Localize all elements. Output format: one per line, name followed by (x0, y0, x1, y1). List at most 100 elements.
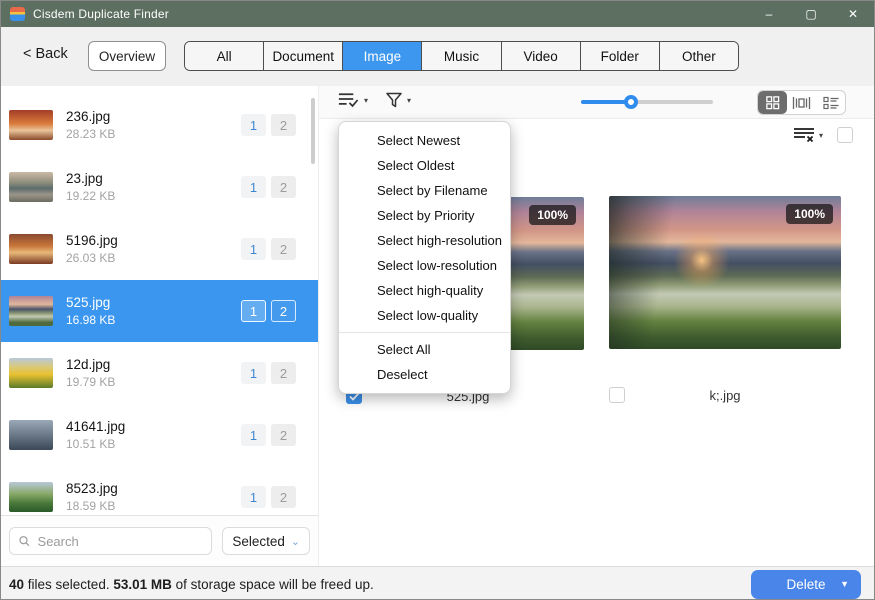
search-box (9, 527, 212, 555)
file-name: 236.jpg (66, 109, 241, 124)
menu-item-select-high-quality[interactable]: Select high-quality (339, 278, 510, 303)
main-panel: ▾ ▾ (319, 86, 875, 566)
card-file-name: k;.jpg (609, 387, 841, 404)
close-button[interactable]: ✕ (832, 1, 874, 27)
back-button[interactable]: < Back (23, 46, 68, 62)
group-copy-1-button[interactable]: 1 (241, 486, 266, 508)
image-preview[interactable]: 100% (609, 196, 841, 349)
tab-music[interactable]: Music (421, 42, 500, 70)
tab-document[interactable]: Document (263, 42, 342, 70)
chevron-down-icon: ⌄ (291, 535, 300, 548)
group-select-all-checkbox[interactable] (837, 127, 853, 143)
list-item[interactable]: 8523.jpg 18.59 KB 1 2 (1, 466, 318, 515)
selected-count: 40 (9, 577, 24, 592)
group-copy-2-button[interactable]: 2 (271, 238, 296, 260)
menu-item-select-high-resolution[interactable]: Select high-resolution (339, 228, 510, 253)
file-size: 16.98 KB (66, 313, 241, 327)
file-checkbox[interactable] (609, 387, 625, 403)
slider-knob[interactable] (624, 95, 638, 109)
group-copy-1-button[interactable]: 1 (241, 362, 266, 384)
search-input[interactable] (38, 534, 204, 549)
file-name: 41641.jpg (66, 419, 241, 434)
group-deselect-button[interactable]: ▾ (793, 127, 823, 143)
back-label: Back (36, 46, 68, 62)
group-copy-1-button[interactable]: 1 (241, 424, 266, 446)
group-copy-2-button[interactable]: 2 (271, 362, 296, 384)
maximize-button[interactable]: ▢ (790, 1, 832, 27)
file-thumbnail (9, 358, 53, 388)
file-thumbnail (9, 420, 53, 450)
delete-dropdown-arrow-icon[interactable]: ▼ (840, 579, 849, 589)
tab-image[interactable]: Image (342, 42, 421, 70)
menu-separator (339, 332, 510, 333)
deselect-list-icon (793, 127, 815, 143)
list-item[interactable]: 41641.jpg 10.51 KB 1 2 (1, 404, 318, 466)
list-view-button[interactable] (816, 91, 845, 114)
grid-view-button[interactable] (758, 91, 787, 114)
compare-view-button[interactable] (787, 91, 816, 114)
menu-item-select-low-quality[interactable]: Select low-quality (339, 303, 510, 328)
chevron-left-icon: < (23, 46, 31, 62)
tab-other[interactable]: Other (659, 42, 738, 70)
thumbnail-zoom-slider[interactable] (581, 100, 713, 104)
dropdown-arrow-icon: ▾ (364, 96, 368, 105)
similarity-badge: 100% (529, 205, 576, 225)
menu-item-select-by-filename[interactable]: Select by Filename (339, 178, 510, 203)
sidebar-scrollbar[interactable] (311, 98, 315, 164)
file-size: 10.51 KB (66, 437, 241, 451)
file-thumbnail (9, 296, 53, 326)
list-item[interactable]: 23.jpg 19.22 KB 1 2 (1, 156, 318, 218)
tab-folder[interactable]: Folder (580, 42, 659, 70)
group-copy-2-button[interactable]: 2 (271, 300, 296, 322)
group-copy-1-button[interactable]: 1 (241, 176, 266, 198)
filter-button[interactable]: ▾ (385, 91, 411, 109)
list-item-selected[interactable]: 525.jpg 16.98 KB 1 2 (1, 280, 318, 342)
grid-view-icon (765, 95, 780, 110)
status-text: 40 files selected. 53.01 MB of storage s… (9, 577, 374, 592)
group-copy-2-button[interactable]: 2 (271, 114, 296, 136)
selected-filter-dropdown[interactable]: Selected ⌄ (222, 527, 310, 555)
group-copy-2-button[interactable]: 2 (271, 424, 296, 446)
group-copy-1-button[interactable]: 1 (241, 114, 266, 136)
group-copy-2-button[interactable]: 2 (271, 486, 296, 508)
duplicate-file-list: 236.jpg 28.23 KB 1 2 23.jpg 19.22 KB 1 2 (1, 86, 318, 515)
file-thumbnail (9, 482, 53, 512)
menu-item-select-low-resolution[interactable]: Select low-resolution (339, 253, 510, 278)
app-logo-icon (10, 7, 25, 21)
select-list-icon (337, 91, 360, 109)
file-size: 19.22 KB (66, 189, 241, 203)
filter-funnel-icon (385, 91, 403, 109)
search-icon (18, 534, 31, 548)
auto-select-button[interactable]: ▾ (337, 91, 368, 109)
status-text-part1: files selected. (24, 577, 113, 592)
delete-label: Delete (786, 577, 825, 592)
dropdown-arrow-icon: ▾ (819, 131, 823, 140)
tab-video[interactable]: Video (501, 42, 580, 70)
list-item[interactable]: 236.jpg 28.23 KB 1 2 (1, 94, 318, 156)
overview-button[interactable]: Overview (88, 41, 166, 71)
delete-button[interactable]: Delete ▼ (751, 570, 861, 599)
tab-all[interactable]: All (185, 42, 263, 70)
list-item[interactable]: 12d.jpg 19.79 KB 1 2 (1, 342, 318, 404)
menu-item-select-newest[interactable]: Select Newest (339, 128, 510, 153)
group-copy-2-button[interactable]: 2 (271, 176, 296, 198)
group-copy-1-button[interactable]: 1 (241, 300, 266, 322)
minimize-button[interactable]: – (748, 1, 790, 27)
menu-item-deselect[interactable]: Deselect (339, 362, 510, 387)
list-item[interactable]: 5196.jpg 26.03 KB 1 2 (1, 218, 318, 280)
similarity-badge: 100% (786, 204, 833, 224)
menu-item-select-by-priority[interactable]: Select by Priority (339, 203, 510, 228)
file-name: 5196.jpg (66, 233, 241, 248)
file-size: 28.23 KB (66, 127, 241, 141)
view-mode-switcher (757, 90, 846, 115)
file-name: 8523.jpg (66, 481, 241, 496)
menu-item-select-all[interactable]: Select All (339, 337, 510, 362)
file-thumbnail (9, 110, 53, 140)
menu-item-select-oldest[interactable]: Select Oldest (339, 153, 510, 178)
file-size: 18.59 KB (66, 499, 241, 513)
file-size: 19.79 KB (66, 375, 241, 389)
freed-size: 53.01 MB (113, 577, 172, 592)
status-text-part2: of storage space will be freed up. (172, 577, 374, 592)
group-header-row: ▾ (793, 119, 875, 151)
group-copy-1-button[interactable]: 1 (241, 238, 266, 260)
